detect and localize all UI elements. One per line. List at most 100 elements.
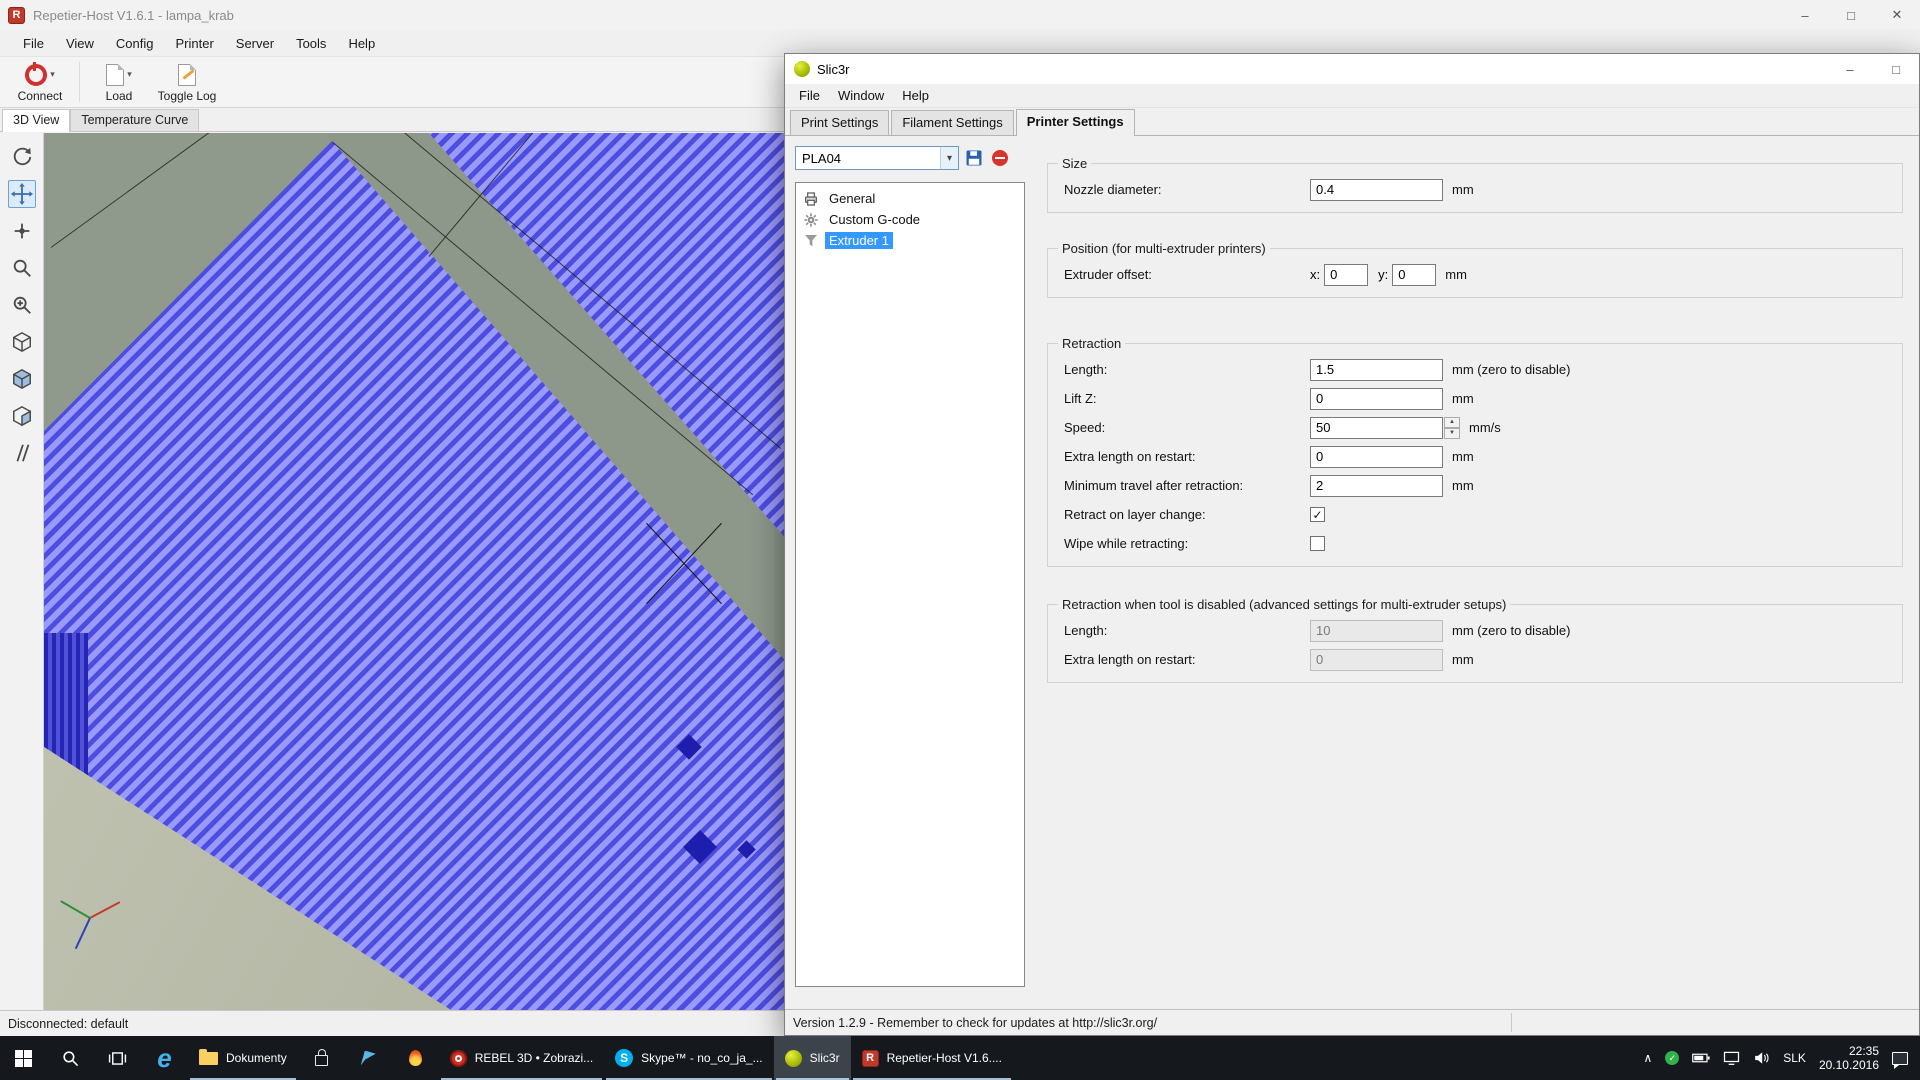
connect-button[interactable]: ▾ Connect: [8, 58, 72, 106]
extruder-offset-y-input[interactable]: [1392, 264, 1436, 286]
extra-length-row: Extra length on restart: mm: [1064, 442, 1892, 471]
tree-label: Custom G-code: [825, 211, 924, 228]
lift-z-input[interactable]: [1310, 388, 1443, 410]
slic3r-body: PLA04 ▾ General: [785, 136, 1919, 1009]
menu-help[interactable]: Help: [893, 88, 938, 103]
taskbar-app-rebel3d[interactable]: REBEL 3D • Zobrazi...: [439, 1036, 604, 1080]
taskbar-app-dokumenty[interactable]: Dokumenty: [188, 1036, 298, 1080]
minimize-icon[interactable]: –: [1827, 54, 1873, 84]
maximize-icon[interactable]: □: [1828, 0, 1874, 30]
rotate-view-icon[interactable]: [8, 143, 36, 171]
save-preset-button[interactable]: [963, 147, 985, 169]
repetier-app-icon: R: [8, 7, 25, 24]
chevron-down-icon[interactable]: ▾: [940, 147, 958, 169]
retract-layer-change-checkbox[interactable]: ✓: [1310, 507, 1325, 522]
unit-label: mm: [1452, 391, 1474, 406]
tree-label: General: [825, 190, 879, 207]
side-view-icon[interactable]: [8, 402, 36, 430]
chevron-down-icon[interactable]: ▾: [127, 69, 132, 80]
nozzle-diameter-input[interactable]: [1310, 179, 1443, 201]
zoom-selection-icon[interactable]: [8, 291, 36, 319]
maximize-icon[interactable]: □: [1873, 54, 1919, 84]
parallel-projection-icon[interactable]: [8, 439, 36, 467]
speed-spinner: ▲ ▼: [1444, 417, 1460, 439]
tree-item-custom-gcode[interactable]: Custom G-code: [796, 209, 1024, 230]
action-center-button[interactable]: [1892, 1052, 1908, 1065]
tab-print-settings[interactable]: Print Settings: [790, 110, 889, 135]
isometric-view-icon[interactable]: [8, 328, 36, 356]
tab-3d-view[interactable]: 3D View: [2, 109, 70, 132]
zoom-icon[interactable]: [8, 254, 36, 282]
extra-length-input[interactable]: [1310, 446, 1443, 468]
tree-item-extruder-1[interactable]: Extruder 1: [796, 230, 1024, 251]
menu-tools[interactable]: Tools: [285, 36, 337, 51]
spinner-down-icon[interactable]: ▼: [1444, 428, 1460, 439]
start-button[interactable]: [0, 1036, 47, 1080]
wipe-row: Wipe while retracting:: [1064, 529, 1892, 558]
taskbar-app-label: Repetier-Host V1.6....: [887, 1051, 1002, 1065]
flame-app-button[interactable]: [392, 1036, 439, 1080]
unit-label: mm: [1452, 478, 1474, 493]
taskbar-clock[interactable]: 22:35 20.10.2016: [1819, 1044, 1879, 1073]
edge-button[interactable]: e: [141, 1036, 188, 1080]
wipe-checkbox[interactable]: [1310, 536, 1325, 551]
menu-server[interactable]: Server: [225, 36, 285, 51]
move-object-icon[interactable]: [8, 180, 36, 208]
tray-expand-icon[interactable]: ∧: [1643, 1051, 1652, 1065]
network-tray-button[interactable]: [1723, 1051, 1740, 1065]
menu-help[interactable]: Help: [337, 36, 386, 51]
taskbar-app-repetier[interactable]: R Repetier-Host V1.6....: [851, 1036, 1013, 1080]
load-button[interactable]: ▾ Load: [87, 58, 151, 106]
toggle-log-button[interactable]: Toggle Log: [155, 58, 219, 106]
spinner-up-icon[interactable]: ▲: [1444, 417, 1460, 428]
task-view-button[interactable]: [94, 1036, 141, 1080]
statusbar-divider: [1511, 1013, 1512, 1032]
taskbar-app-slic3r[interactable]: Slic3r: [774, 1036, 851, 1080]
menu-file[interactable]: File: [12, 36, 55, 51]
menu-window[interactable]: Window: [829, 88, 893, 103]
tab-temperature-curve[interactable]: Temperature Curve: [70, 109, 199, 131]
front-view-icon[interactable]: [8, 365, 36, 393]
nozzle-diameter-row: Nozzle diameter: mm: [1064, 175, 1892, 204]
tab-printer-settings[interactable]: Printer Settings: [1016, 109, 1135, 136]
tree-item-general[interactable]: General: [796, 188, 1024, 209]
repetier-window-controls: – □ ✕: [1782, 0, 1920, 30]
mail-app-button[interactable]: [345, 1036, 392, 1080]
chevron-down-icon[interactable]: ▾: [50, 69, 55, 80]
extruder-offset-x-input[interactable]: [1324, 264, 1368, 286]
skype-icon: S: [615, 1049, 633, 1067]
3d-model-render[interactable]: [44, 133, 784, 1010]
menu-printer[interactable]: Printer: [164, 36, 224, 51]
store-button[interactable]: [298, 1036, 345, 1080]
speed-input[interactable]: [1310, 417, 1443, 439]
menu-view[interactable]: View: [55, 36, 105, 51]
x-axis-arrow: [90, 901, 121, 919]
volume-tray-button[interactable]: [1753, 1051, 1770, 1065]
extruder-settings-panel: Size Nozzle diameter: mm Position (for m…: [1047, 136, 1903, 1009]
move-viewpoint-icon[interactable]: [8, 217, 36, 245]
battery-tray-button[interactable]: [1692, 1052, 1710, 1064]
delete-icon: [992, 150, 1008, 166]
delete-preset-button[interactable]: [989, 147, 1011, 169]
menu-file[interactable]: File: [790, 88, 829, 103]
menu-config[interactable]: Config: [105, 36, 165, 51]
minimize-icon[interactable]: –: [1782, 0, 1828, 30]
tree-label: Extruder 1: [825, 232, 893, 249]
floppy-icon: [965, 149, 983, 167]
search-button[interactable]: [47, 1036, 94, 1080]
preset-dropdown[interactable]: PLA04 ▾: [795, 146, 959, 170]
disabled-length-row: Length: mm (zero to disable): [1064, 616, 1892, 645]
close-icon[interactable]: ✕: [1874, 0, 1920, 30]
language-indicator[interactable]: SLK: [1783, 1051, 1806, 1065]
min-travel-input[interactable]: [1310, 475, 1443, 497]
size-group: Size Nozzle diameter: mm: [1047, 156, 1903, 213]
origin-axes: [66, 887, 146, 947]
antivirus-tray-button[interactable]: ✓: [1665, 1051, 1679, 1065]
tab-filament-settings[interactable]: Filament Settings: [891, 110, 1013, 135]
taskbar-app-skype[interactable]: S Skype™ - no_co_ja_...: [604, 1036, 773, 1080]
connect-label: Connect: [18, 89, 63, 103]
field-label: Lift Z:: [1064, 391, 1310, 406]
bed-grid-line: [332, 142, 752, 495]
speed-row: Speed: ▲ ▼ mm/s: [1064, 413, 1892, 442]
retraction-length-input[interactable]: [1310, 359, 1443, 381]
